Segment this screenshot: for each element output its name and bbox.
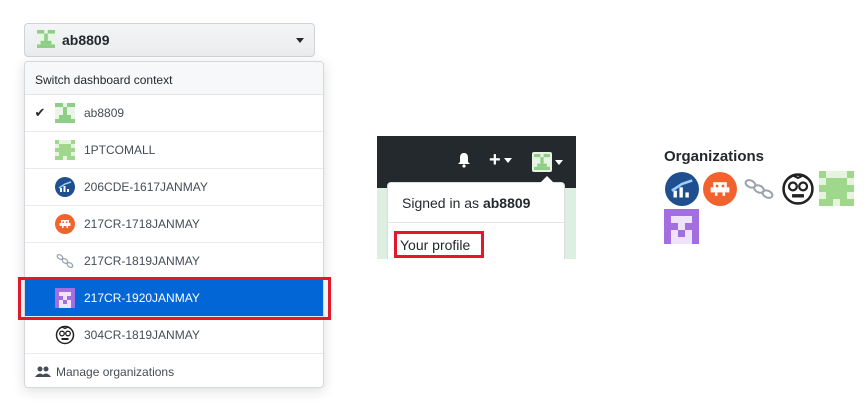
orange-invader-logo-icon[interactable] — [702, 171, 737, 206]
people-icon — [35, 366, 51, 378]
user-avatar-icon — [37, 29, 55, 51]
green-identicon-icon — [55, 103, 75, 123]
context-item-ab8809[interactable]: ✔ ab8809 — [25, 95, 323, 132]
manage-organizations-label: Manage organizations — [56, 365, 175, 379]
context-item-label: ab8809 — [84, 106, 125, 120]
context-item-label: 304CR-1819JANMAY — [84, 328, 200, 342]
divider — [388, 222, 566, 223]
current-user-label: ab8809 — [62, 32, 110, 48]
context-item-304cr[interactable]: 304CR-1819JANMAY — [25, 317, 323, 354]
bell-icon[interactable] — [457, 152, 471, 173]
green-cross-identicon-icon — [55, 140, 75, 160]
chain-logo-icon[interactable] — [741, 171, 776, 206]
checkmark-icon: ✔ — [34, 105, 46, 120]
context-item-label: 217CR-1819JANMAY — [84, 254, 200, 268]
context-item-label: 206CDE-1617JANMAY — [84, 180, 208, 194]
chevron-down-icon — [503, 157, 512, 163]
zombie-face-logo-icon[interactable] — [780, 171, 815, 206]
zombie-face-logo-icon — [55, 325, 75, 345]
context-item-label: 1PTCOMALL — [84, 143, 156, 157]
plus-icon: + — [489, 149, 501, 171]
context-item-217cr-1718[interactable]: 217CR-1718JANMAY — [25, 206, 323, 243]
create-new-button[interactable]: + — [489, 149, 512, 171]
header-dropdown-mock: + Signed in as ab8809 Your profile — [377, 136, 576, 259]
chevron-down-icon — [555, 159, 563, 165]
context-item-label: 217CR-1718JANMAY — [84, 217, 200, 231]
context-switcher-button[interactable]: ab8809 — [24, 23, 315, 57]
context-item-206cde[interactable]: 206CDE-1617JANMAY — [25, 169, 323, 206]
blue-chart-logo-icon — [55, 177, 75, 197]
manage-organizations-link[interactable]: Manage organizations — [25, 354, 323, 390]
context-item-1ptcomall[interactable]: 1PTCOMALL — [25, 132, 323, 169]
user-avatar-icon — [532, 152, 552, 172]
chevron-down-icon — [296, 37, 304, 43]
signed-in-username: ab8809 — [482, 195, 531, 211]
signed-in-text: Signed in as ab8809 — [402, 195, 531, 211]
menu-header: Switch dashboard context — [25, 62, 323, 95]
user-menu-button[interactable] — [532, 152, 563, 172]
context-item-217cr-1819[interactable]: 217CR-1819JANMAY — [25, 243, 323, 280]
blue-chart-logo-icon[interactable] — [664, 171, 699, 206]
chain-logo-icon — [55, 251, 75, 271]
orange-invader-logo-icon — [55, 214, 75, 234]
purple-identicon-icon[interactable] — [664, 209, 699, 244]
green-cross-identicon-icon[interactable] — [819, 171, 854, 206]
context-switcher-menu: Switch dashboard context ✔ ab8809 1PTCOM… — [24, 61, 324, 388]
selected-item-highlight — [18, 277, 331, 320]
user-dropdown-menu: Signed in as ab8809 Your profile — [387, 176, 566, 259]
your-profile-link[interactable]: Your profile — [394, 231, 484, 258]
organizations-title: Organizations — [664, 148, 765, 165]
